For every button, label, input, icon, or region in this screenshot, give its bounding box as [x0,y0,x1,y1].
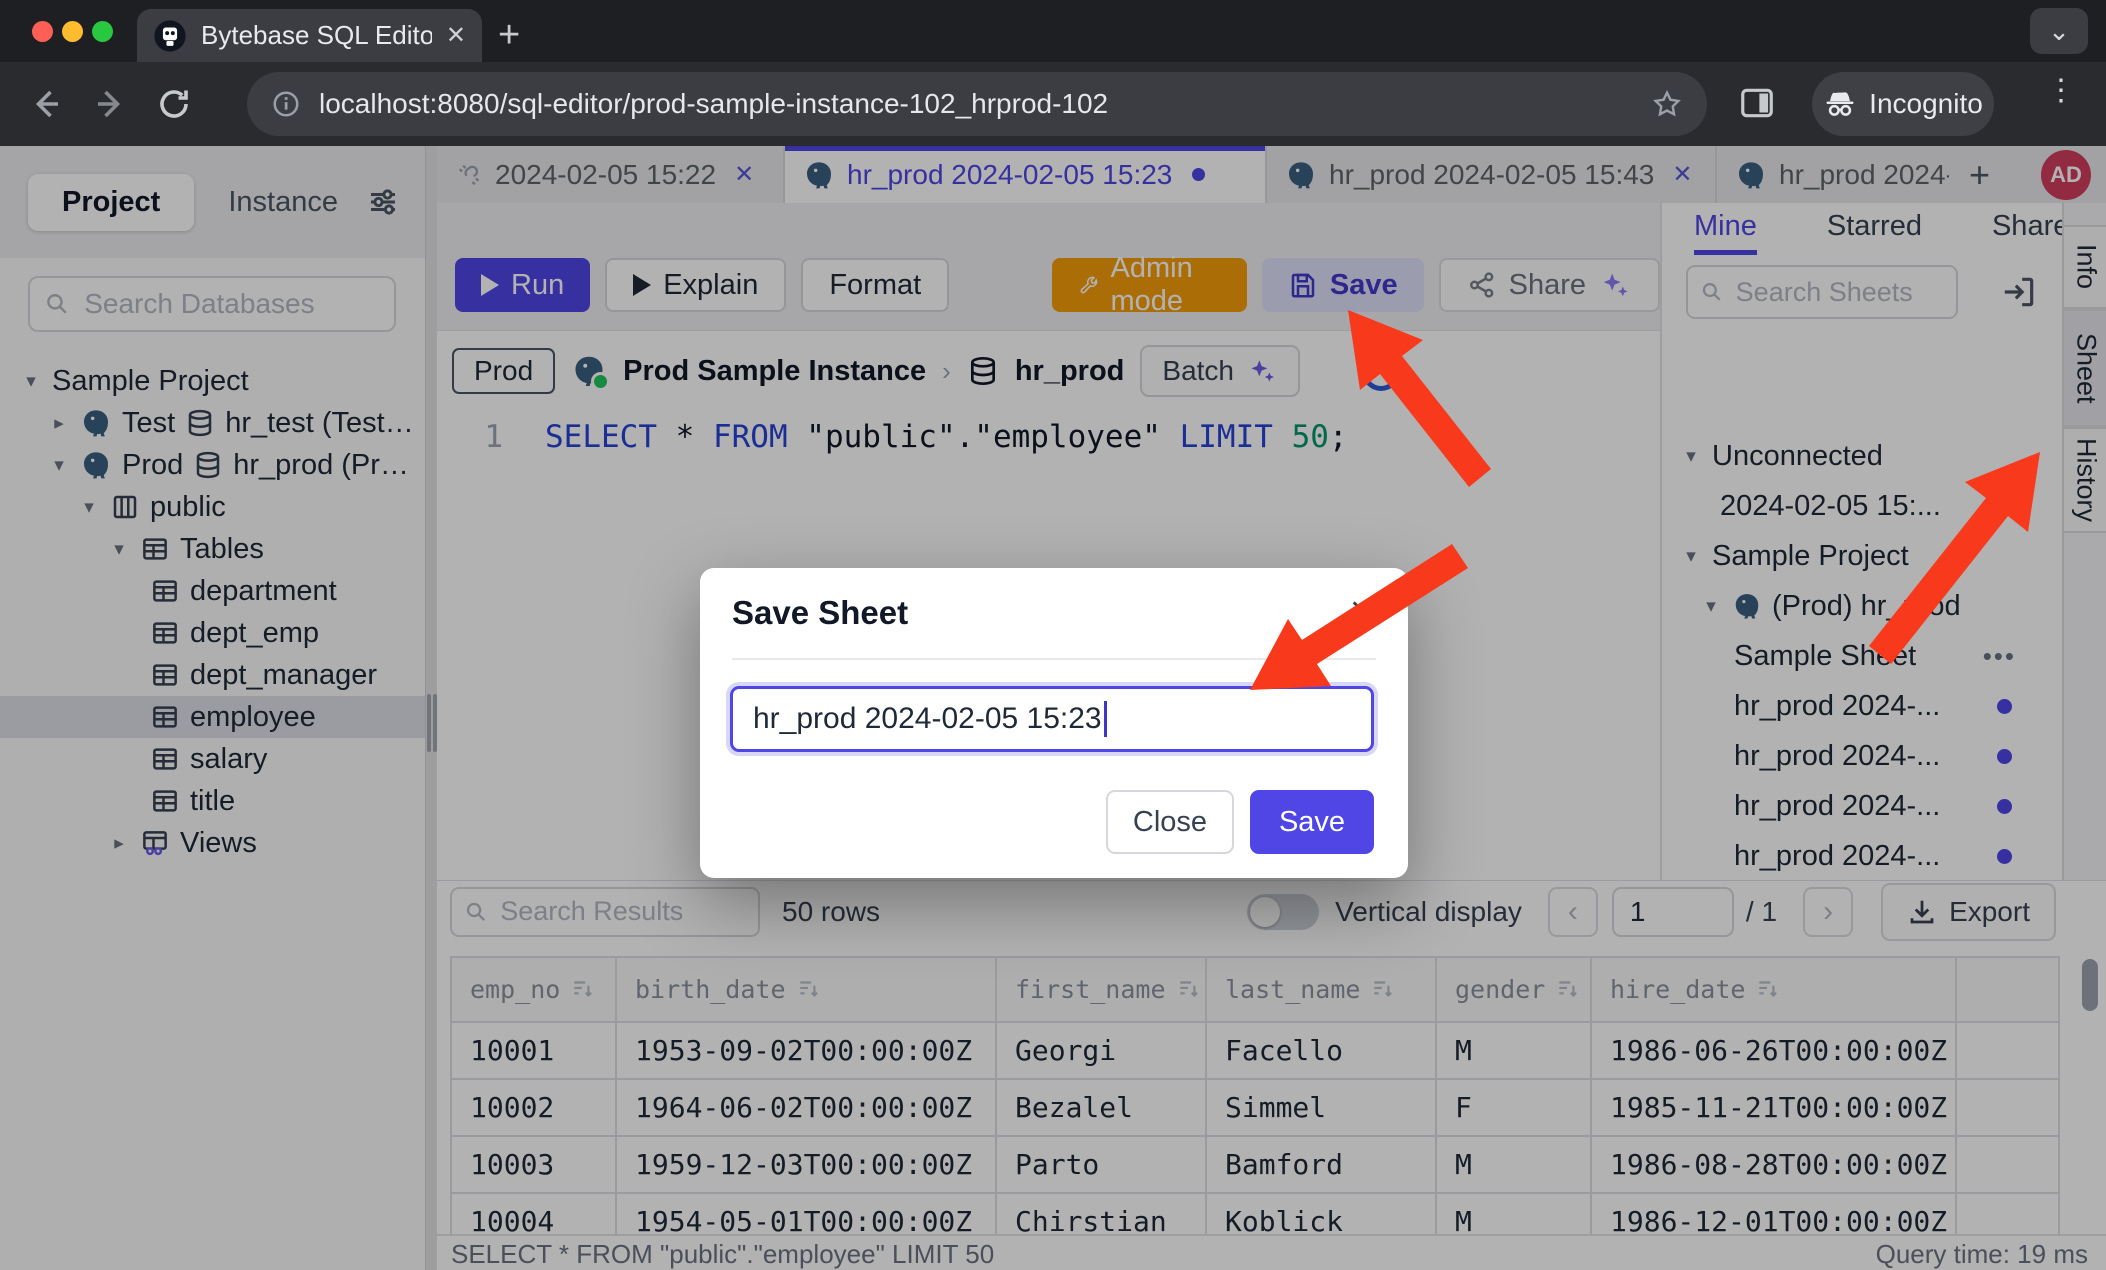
modal-divider [732,658,1376,660]
close-window-button[interactable] [32,21,53,42]
bookmark-star-icon[interactable] [1651,88,1683,120]
forward-icon[interactable] [92,86,128,122]
back-icon[interactable] [28,86,64,122]
modal-title: Save Sheet [732,594,908,632]
screen: Bytebase SQL Editor ✕ + ⌄ loca [0,0,2106,1270]
modal-save-button[interactable]: Save [1250,790,1374,854]
modal-close-icon[interactable]: ✕ [1349,594,1374,629]
minimize-window-button[interactable] [62,21,83,42]
titlebar: Bytebase SQL Editor ✕ + ⌄ [0,0,2106,62]
tab-list-chevron-button[interactable]: ⌄ [2030,8,2088,54]
new-tab-button[interactable]: + [498,14,520,57]
sheet-name-value: hr_prod 2024-02-05 15:23 [753,702,1102,736]
incognito-icon [1823,87,1857,121]
close-tab-icon[interactable]: ✕ [446,21,466,50]
save-sheet-modal: Save Sheet ✕ hr_prod 2024-02-05 15:23 Cl… [700,568,1408,878]
sheet-name-input[interactable]: hr_prod 2024-02-05 15:23 [730,686,1374,752]
app-page: Project Instance ▾ Sample Project [0,146,2106,1270]
site-info-icon[interactable] [271,89,301,119]
side-panel-icon[interactable] [1738,84,1776,122]
text-cursor [1104,701,1107,737]
modal-buttons: Close Save [1106,790,1374,854]
modal-close-button[interactable]: Close [1106,790,1234,854]
bytebase-favicon [153,19,187,53]
incognito-label: Incognito [1869,88,1983,120]
reload-icon[interactable] [156,86,192,122]
url-bar[interactable]: localhost:8080/sql-editor/prod-sample-in… [247,72,1707,136]
url-text: localhost:8080/sql-editor/prod-sample-in… [319,88,1633,120]
browser-tab[interactable]: Bytebase SQL Editor ✕ [137,9,482,62]
url-row: localhost:8080/sql-editor/prod-sample-in… [0,62,2106,146]
browser-tab-title: Bytebase SQL Editor [201,20,432,51]
incognito-badge: Incognito [1812,72,1994,136]
browser-menu-icon[interactable]: ⋮ [2046,84,2076,97]
zoom-window-button[interactable] [92,21,113,42]
browser-chrome: Bytebase SQL Editor ✕ + ⌄ loca [0,0,2106,146]
